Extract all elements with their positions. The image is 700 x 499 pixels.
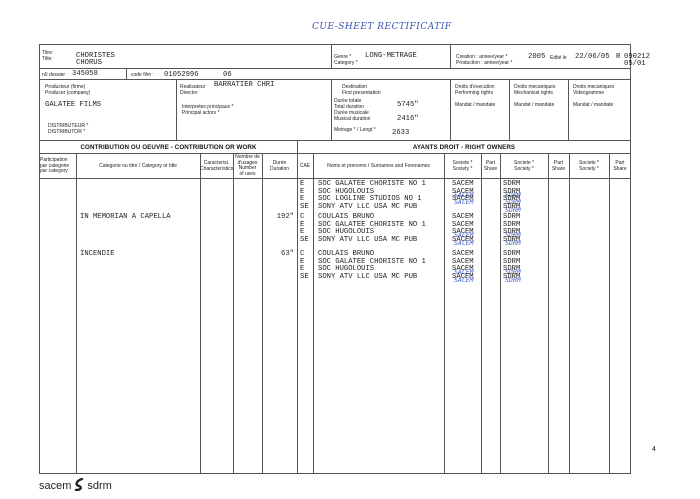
performing-rights-label: Droits d'execution Performing rights bbox=[455, 84, 495, 96]
edit-ref2: 05/01 bbox=[624, 60, 646, 68]
film-code-label: code film : bbox=[131, 72, 154, 78]
header-characteristics: Caracterist. Characteristics bbox=[200, 160, 234, 172]
divider bbox=[176, 80, 177, 140]
edit-label: Edité le bbox=[550, 55, 567, 61]
handwritten-header-note: CUE-SHEET RECTIFICATIF bbox=[312, 22, 452, 32]
col-divider bbox=[200, 153, 201, 474]
divider bbox=[450, 80, 451, 140]
work-duration: 63" bbox=[281, 250, 294, 258]
cae-code: SE bbox=[300, 235, 309, 244]
mandate-3: Mandat / mandate bbox=[573, 102, 614, 108]
sdrm-logo-text: sdrm bbox=[87, 480, 112, 492]
work-title: INCENDIE bbox=[80, 250, 115, 258]
page-number: 4 bbox=[652, 446, 656, 453]
handwritten-correction: SACEM bbox=[454, 198, 474, 207]
divider bbox=[568, 80, 569, 140]
brand-mark-icon bbox=[75, 477, 84, 492]
edit-code: R bbox=[616, 53, 621, 61]
sacem-logo-text: sacem bbox=[39, 480, 72, 492]
col-divider bbox=[76, 153, 77, 474]
handwritten-correction: SACEM bbox=[454, 275, 474, 284]
header-names: Noms et prenoms / Surnames and Forenames bbox=[327, 163, 430, 169]
header-society-3: Societe * Society * bbox=[578, 160, 599, 172]
sacem-sdrm-logo: sacem sdrm bbox=[39, 477, 112, 492]
col-divider bbox=[444, 153, 445, 474]
divider bbox=[39, 140, 631, 141]
distributor-label: DISTRIBUTEUR * DISTRIBUTOR * bbox=[48, 123, 89, 135]
col-divider bbox=[262, 153, 263, 474]
mechanical-rights-label: Droits mecaniques Mechanical rights bbox=[514, 84, 556, 96]
owner-name: SONY ATV LLC USA MC PUB bbox=[318, 235, 418, 244]
work-title: IN MEMORIAN A CAPELLA bbox=[80, 213, 171, 221]
director-label: Realisateur Director bbox=[180, 84, 206, 96]
divider bbox=[39, 68, 631, 69]
destination-label: Destination First presentation bbox=[342, 84, 381, 96]
producer-label: Producteur (firme) Producer (company) bbox=[45, 84, 91, 96]
divider bbox=[39, 153, 631, 154]
actors-label: Interpretes principaux * Principal actor… bbox=[182, 104, 234, 116]
music-duration-label: Durée musicale Musical duration bbox=[334, 110, 371, 122]
header-society-2: Societe * Society * bbox=[513, 160, 534, 172]
title-label: Titre: Title: bbox=[42, 50, 54, 62]
videogram-rights-label: Droits mecaniques Videogramme bbox=[573, 84, 615, 96]
header-cae: CAE bbox=[299, 163, 311, 169]
header-share-3: Part Share bbox=[613, 160, 627, 172]
total-duration-label: Durée totale Total duration bbox=[334, 98, 365, 110]
mandate-2: Mandat / mandate bbox=[514, 102, 555, 108]
divider bbox=[126, 68, 127, 79]
col-divider bbox=[481, 153, 482, 474]
header-share-1: Part Share bbox=[483, 160, 498, 172]
dossier-label: n0 dossier bbox=[42, 72, 66, 78]
film-code: 01052996 bbox=[164, 71, 199, 79]
producer-value: GALATEE FILMS bbox=[45, 101, 102, 109]
divider bbox=[509, 80, 510, 140]
col-divider bbox=[313, 153, 314, 474]
col-divider bbox=[609, 153, 610, 474]
title-en: CHORUS bbox=[76, 59, 102, 67]
col-divider bbox=[233, 153, 234, 474]
handwritten-correction: SACEM bbox=[454, 238, 474, 247]
divider bbox=[450, 44, 451, 68]
dossier-number: 345058 bbox=[72, 70, 98, 78]
divider bbox=[39, 79, 631, 80]
contribution-section-title: CONTRIBUTION OU OEUVRE - CONTRIBUTION OR… bbox=[80, 144, 257, 151]
col-divider bbox=[569, 153, 570, 474]
cae-code: SE bbox=[300, 272, 309, 281]
header-participation: Participation par categorie par category bbox=[40, 157, 70, 174]
handwritten-correction: SDRM bbox=[505, 238, 521, 247]
divider bbox=[331, 80, 332, 140]
divider bbox=[331, 44, 332, 68]
edit-date: 22/06/05 bbox=[575, 53, 610, 61]
footage-value: 2633 bbox=[392, 129, 410, 137]
cae-code: SE bbox=[300, 202, 309, 211]
music-duration: 2416" bbox=[397, 115, 419, 123]
header-category: Categorie ou titre / Category or title bbox=[99, 163, 177, 169]
creation-label: Creation : annee/year * Production : ann… bbox=[456, 54, 513, 66]
director-value: BARRATIER CHRI bbox=[214, 81, 275, 89]
handwritten-correction: SDRM bbox=[505, 275, 521, 284]
film-code-suffix: 06 bbox=[223, 71, 232, 79]
genre-label: Genre * Category * bbox=[334, 54, 358, 66]
footage-label: Metrage * / Lengt * bbox=[334, 127, 376, 133]
header-uses: Nombre de d'usages Number of uses bbox=[235, 154, 260, 177]
work-duration: 192" bbox=[276, 213, 294, 221]
divider bbox=[39, 178, 631, 179]
header-duration: Durée Duration bbox=[270, 160, 289, 172]
owner-name: SONY ATV LLC USA MC PUB bbox=[318, 272, 418, 281]
owners-section-title: AYANTS DROIT - RIGHT OWNERS bbox=[412, 144, 516, 151]
creation-year: 2005 bbox=[528, 53, 546, 61]
col-divider bbox=[500, 153, 501, 474]
genre-value: LONG-METRAGE bbox=[365, 52, 417, 60]
header-society-1: Societe * Society * bbox=[452, 160, 473, 172]
owner-name: SONY ATV LLC USA MC PUB bbox=[318, 202, 418, 211]
header-share-2: Part Share bbox=[551, 160, 566, 172]
mandate-1: Mandat / mandate bbox=[455, 102, 496, 108]
total-duration: 5745" bbox=[397, 101, 419, 109]
col-divider bbox=[297, 140, 298, 474]
col-divider bbox=[548, 153, 549, 474]
